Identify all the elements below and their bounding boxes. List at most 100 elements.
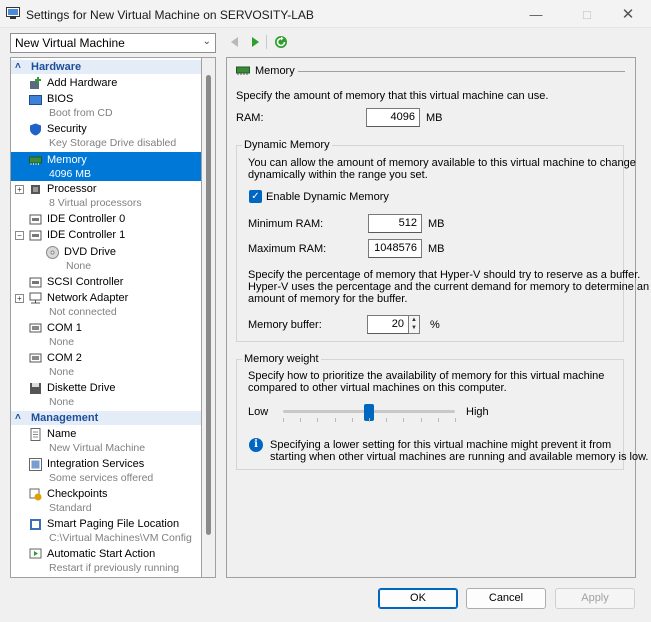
hardware-section-label: Hardware: [31, 61, 82, 73]
tree-item-label: Integration Services: [47, 458, 145, 470]
slider-tick: [351, 418, 353, 422]
scsi-controller-icon: [29, 277, 42, 288]
add-hardware-icon: [30, 77, 41, 89]
tree-item-name[interactable]: Name New Virtual Machine: [11, 427, 201, 455]
refresh-icon[interactable]: [273, 34, 289, 50]
network-adapter-icon: [29, 292, 42, 304]
tree-item-integration-services[interactable]: Integration Services Some services offer…: [11, 457, 201, 485]
memory-weight-desc: Specify how to prioritize the availabili…: [248, 370, 605, 382]
spinner-down-icon[interactable]: ▼: [409, 324, 419, 332]
tree-item-automatic-start-action[interactable]: Automatic Start Action Restart if previo…: [11, 547, 201, 575]
tree-item-label: IDE Controller 0: [47, 213, 126, 225]
tree-item-network-adapter[interactable]: + Network Adapter Not connected: [11, 291, 201, 319]
tree-item-scsi-controller[interactable]: SCSI Controller: [11, 275, 201, 291]
ide-controller-icon: [29, 230, 42, 241]
tree-item-smart-paging[interactable]: Smart Paging File Location C:\Virtual Ma…: [11, 517, 201, 545]
slider-tick: [369, 418, 370, 422]
slider-tick: [300, 418, 302, 422]
close-button[interactable]: ✕: [605, 0, 651, 28]
slider-tick: [386, 418, 388, 422]
minimum-ram-label: Minimum RAM:: [248, 218, 324, 230]
expand-icon[interactable]: +: [15, 294, 24, 303]
ide-controller-icon: [29, 214, 42, 225]
tree-item-com-1[interactable]: COM 1 None: [11, 321, 201, 349]
tree-item-label: COM 1: [47, 322, 82, 334]
tree-item-checkpoints[interactable]: Checkpoints Standard: [11, 487, 201, 515]
integration-services-icon: [29, 458, 42, 471]
settings-tree[interactable]: ˄ Hardware Add Hardware BIOS Boot from C…: [10, 57, 202, 578]
tree-item-label: Network Adapter: [47, 292, 129, 304]
memory-weight-info: Specifying a lower setting for this virt…: [270, 439, 612, 451]
tree-item-label: Processor: [47, 183, 97, 195]
ok-button[interactable]: OK: [378, 588, 458, 609]
hardware-section-header[interactable]: ˄ Hardware: [11, 60, 201, 74]
enable-dynamic-memory-label: Enable Dynamic Memory: [266, 191, 389, 203]
diskette-icon: [30, 383, 41, 394]
slider-tick: [420, 418, 422, 422]
memory-intro-text: Specify the amount of memory that this v…: [236, 90, 549, 102]
back-arrow-icon[interactable]: [227, 34, 243, 50]
tree-item-label: SCSI Controller: [47, 276, 124, 288]
smart-paging-icon: [30, 519, 41, 530]
tree-item-com-2[interactable]: COM 2 None: [11, 351, 201, 379]
minimum-ram-input[interactable]: 512: [368, 214, 422, 233]
vm-selector-value: New Virtual Machine: [15, 36, 125, 50]
slider-tick: [403, 418, 405, 422]
tree-item-label: Add Hardware: [47, 77, 118, 89]
memory-header: Memory: [255, 65, 295, 77]
maximum-ram-label: Maximum RAM:: [248, 243, 327, 255]
percent-unit: %: [430, 319, 440, 331]
tree-item-dvd-drive[interactable]: DVD Drive None: [11, 245, 201, 273]
tree-item-sublabel: C:\Virtual Machines\VM Config: [49, 532, 192, 544]
chevron-down-icon: ⌄: [202, 36, 211, 47]
expand-icon[interactable]: +: [15, 185, 24, 194]
dynamic-memory-desc: You can allow the amount of memory avail…: [248, 157, 636, 169]
tree-item-processor[interactable]: + Processor 8 Virtual processors: [11, 182, 201, 210]
memory-weight-info: starting when other virtual machines are…: [270, 451, 649, 463]
com-port-icon: [29, 323, 42, 333]
vm-selector[interactable]: New Virtual Machine ⌄: [10, 33, 216, 53]
toolbar-separator: [266, 35, 267, 49]
automatic-start-icon: [29, 548, 42, 559]
minimize-button[interactable]: —: [513, 0, 559, 28]
tree-item-memory[interactable]: Memory 4096 MB: [11, 152, 201, 181]
tree-item-bios[interactable]: BIOS Boot from CD: [11, 92, 201, 120]
tree-item-diskette-drive[interactable]: Diskette Drive None: [11, 381, 201, 409]
spinner-up-icon[interactable]: ▲: [409, 316, 419, 324]
memory-buffer-spinner[interactable]: ▲ ▼: [409, 315, 420, 334]
cancel-button[interactable]: Cancel: [466, 588, 546, 609]
slider-tick: [283, 418, 284, 422]
tree-item-sublabel: Some services offered: [49, 472, 154, 484]
tree-item-sublabel: Standard: [49, 502, 92, 514]
bios-chip-icon: [29, 95, 42, 105]
maximum-ram-input[interactable]: 1048576: [368, 239, 422, 258]
collapse-icon[interactable]: −: [15, 231, 24, 240]
management-section-header[interactable]: ˄ Management: [11, 411, 201, 425]
memory-weight-title: Memory weight: [242, 353, 321, 365]
tree-item-label: Memory: [47, 154, 87, 166]
ram-unit: MB: [426, 112, 443, 124]
enable-dynamic-memory-checkbox[interactable]: ✓: [249, 190, 262, 203]
memory-buffer-input[interactable]: 20: [367, 315, 409, 334]
tree-item-label: Name: [47, 428, 77, 440]
tree-scrollbar-thumb[interactable]: [206, 75, 211, 535]
tree-item-ide-controller-0[interactable]: IDE Controller 0: [11, 212, 201, 228]
checkpoint-icon: [29, 488, 42, 501]
header-divider: [298, 71, 625, 72]
name-document-icon: [30, 428, 41, 441]
forward-arrow-icon[interactable]: [247, 34, 263, 50]
buffer-desc: amount of memory for the buffer.: [248, 293, 408, 305]
maximize-button[interactable]: □: [564, 0, 610, 28]
apply-button[interactable]: Apply: [555, 588, 635, 609]
slider-low-label: Low: [248, 406, 269, 418]
memory-weight-desc: compared to other virtual machines on th…: [248, 382, 507, 394]
shield-icon: [30, 123, 41, 136]
ram-input[interactable]: 4096: [366, 108, 420, 127]
info-icon: i: [249, 438, 263, 452]
tree-item-ide-controller-1[interactable]: − IDE Controller 1: [11, 228, 201, 244]
dynamic-memory-desc: dynamically within the range you set.: [248, 169, 428, 181]
tree-item-sublabel: Key Storage Drive disabled: [49, 137, 177, 149]
tree-item-sublabel: None: [49, 396, 75, 408]
tree-item-security[interactable]: Security Key Storage Drive disabled: [11, 122, 201, 150]
tree-item-add-hardware[interactable]: Add Hardware: [11, 76, 201, 92]
